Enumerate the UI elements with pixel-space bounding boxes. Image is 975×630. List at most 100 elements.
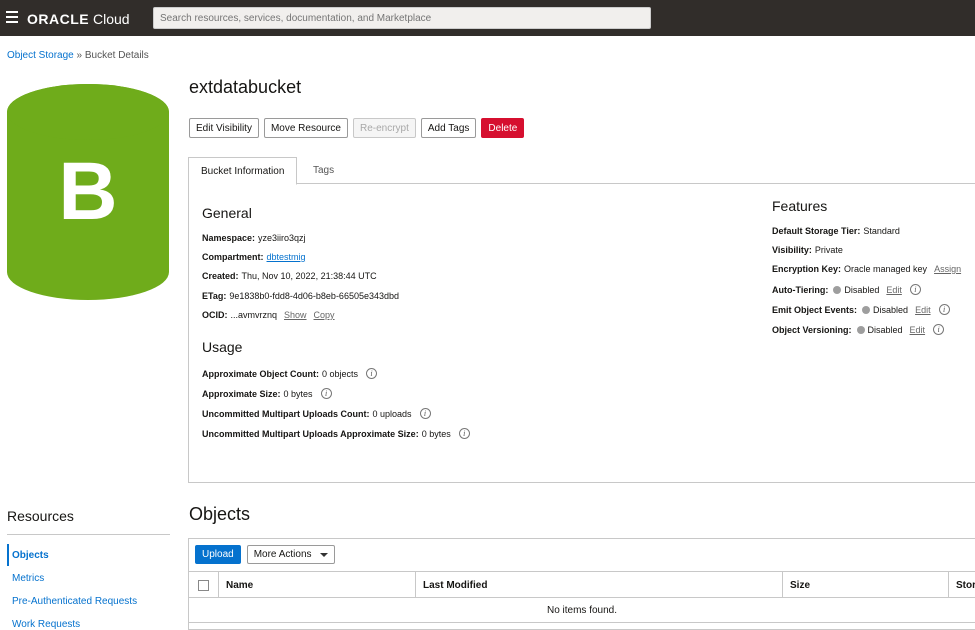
info-icon[interactable]: i <box>933 324 945 335</box>
encryption-label: Encryption Key: <box>772 264 842 274</box>
logo-product: Cloud <box>89 11 130 27</box>
upload-button[interactable]: Upload <box>195 545 241 564</box>
etag-value: 9e1838b0-fdd8-4d06-b8eb-66505e343dbd <box>229 291 399 301</box>
bucket-icon: B <box>7 84 169 300</box>
info-icon[interactable]: i <box>419 408 431 419</box>
page-title: extdatabucket <box>189 77 302 97</box>
compartment-label: Compartment: <box>202 252 264 262</box>
re-encrypt-button[interactable]: Re-encrypt <box>352 118 416 138</box>
detail-tabs: Bucket Information Tags <box>188 157 975 185</box>
info-icon[interactable]: i <box>366 368 378 379</box>
usage-heading: Usage <box>202 339 243 355</box>
breadcrumb-current: Bucket Details <box>84 50 149 61</box>
size-value: 0 bytes <box>283 388 313 399</box>
multipart-count-row: Uncommitted Multipart Uploads Count: 0 u… <box>202 408 431 419</box>
ocid-label: OCID: <box>202 310 228 320</box>
add-tags-button[interactable]: Add Tags <box>420 118 477 138</box>
auto-tiering-edit-link[interactable]: Edit <box>886 285 902 295</box>
status-dot-icon <box>862 305 871 314</box>
info-icon[interactable]: i <box>320 388 332 399</box>
created-label: Created: <box>202 271 239 281</box>
empty-table-message: No items found. <box>189 599 975 623</box>
auto-tiering-row: Auto-Tiering: Disabled Edit i <box>772 284 921 295</box>
size-label: Approximate Size: <box>202 388 281 399</box>
column-header-size[interactable]: Size <box>783 572 949 598</box>
more-actions-button[interactable]: More Actions <box>246 545 335 564</box>
storage-tier-label: Default Storage Tier: <box>772 226 861 236</box>
breadcrumb-object-storage[interactable]: Object Storage <box>7 50 74 61</box>
object-count-row: Approximate Object Count: 0 objects i <box>202 368 378 379</box>
menu-icon[interactable] <box>6 11 18 23</box>
namespace-label: Namespace: <box>202 233 256 243</box>
ocid-show-link[interactable]: Show <box>284 310 307 320</box>
delete-button[interactable]: Delete <box>481 118 525 138</box>
column-header-last-modified[interactable]: Last Modified <box>416 572 783 598</box>
info-icon[interactable]: i <box>458 428 470 439</box>
move-resource-button[interactable]: Move Resource <box>263 118 348 138</box>
column-header-name[interactable]: Name <box>219 572 416 598</box>
visibility-value: Private <box>814 245 843 255</box>
features-heading: Features <box>772 198 828 214</box>
ocid-row: OCID: ...avmvrznq Show Copy <box>202 310 335 320</box>
multipart-count-value: 0 uploads <box>372 408 412 419</box>
storage-tier-row: Default Storage Tier: Standard <box>772 226 900 236</box>
emit-events-row: Emit Object Events: Disabled Edit i <box>772 304 950 315</box>
size-row: Approximate Size: 0 bytes i <box>202 388 332 399</box>
versioning-edit-link[interactable]: Edit <box>910 325 926 335</box>
resource-item-objects[interactable]: Objects <box>7 544 49 566</box>
status-dot-icon <box>856 325 865 334</box>
ocid-copy-link[interactable]: Copy <box>314 310 335 320</box>
chevron-down-icon <box>319 552 328 557</box>
namespace-value: yze3iiro3qzj <box>258 233 306 243</box>
select-all-checkbox[interactable] <box>198 579 209 591</box>
bucket-actions-toolbar: Edit Visibility Move Resource Re-encrypt… <box>189 118 525 138</box>
encryption-value: Oracle managed key <box>844 264 928 274</box>
objects-heading: Objects <box>189 504 251 524</box>
resource-item-metrics[interactable]: Metrics <box>7 567 44 589</box>
encryption-row: Encryption Key: Oracle managed key Assig… <box>772 264 961 274</box>
info-icon[interactable]: i <box>909 284 921 295</box>
versioning-row: Object Versioning: Disabled Edit i <box>772 324 945 335</box>
visibility-row: Visibility: Private <box>772 245 843 255</box>
info-icon[interactable]: i <box>938 304 950 315</box>
tab-bucket-information[interactable]: Bucket Information <box>188 157 298 185</box>
more-actions-label: More Actions <box>253 549 312 560</box>
objects-table-header: Name Last Modified Size Stor <box>189 571 975 598</box>
created-row: Created: Thu, Nov 10, 2022, 21:38:44 UTC <box>202 271 377 281</box>
search-input[interactable] <box>153 7 651 29</box>
versioning-label: Object Versioning: <box>772 324 852 335</box>
bucket-icon-letter: B <box>58 146 117 237</box>
emit-events-label: Emit Object Events: <box>772 304 858 315</box>
resources-heading: Resources <box>7 508 74 524</box>
objects-toolbar: Upload More Actions <box>195 545 335 564</box>
namespace-row: Namespace: yze3iiro3qzj <box>202 233 306 243</box>
status-dot-icon <box>833 285 842 294</box>
compartment-link[interactable]: dbtestmig <box>267 252 306 262</box>
emit-events-edit-link[interactable]: Edit <box>915 305 931 315</box>
versioning-value: Disabled <box>867 324 903 335</box>
oracle-cloud-logo[interactable]: ORACLE Cloud <box>27 11 130 27</box>
breadcrumb-separator: » <box>73 50 85 61</box>
ocid-value: ...avmvrznq <box>230 310 278 320</box>
tab-tags[interactable]: Tags <box>301 157 346 184</box>
multipart-size-row: Uncommitted Multipart Uploads Approximat… <box>202 428 470 439</box>
general-heading: General <box>202 205 252 221</box>
emit-events-value: Disabled <box>873 304 909 315</box>
multipart-count-label: Uncommitted Multipart Uploads Count: <box>202 408 370 419</box>
assign-key-link[interactable]: Assign <box>934 264 961 274</box>
etag-row: ETag: 9e1838b0-fdd8-4d06-b8eb-66505e343d… <box>202 291 399 301</box>
etag-label: ETag: <box>202 291 227 301</box>
object-count-label: Approximate Object Count: <box>202 368 320 379</box>
resource-item-work-requests[interactable]: Work Requests <box>7 613 80 630</box>
multipart-size-label: Uncommitted Multipart Uploads Approximat… <box>202 428 419 439</box>
multipart-size-value: 0 bytes <box>421 428 451 439</box>
edit-visibility-button[interactable]: Edit Visibility <box>189 118 259 138</box>
resource-item-pre-authenticated-requests[interactable]: Pre-Authenticated Requests <box>7 590 137 612</box>
top-navigation-bar: ORACLE Cloud <box>0 0 975 36</box>
bucket-information-panel: General Namespace: yze3iiro3qzj Compartm… <box>188 183 975 483</box>
select-all-cell <box>189 572 219 598</box>
column-header-storage-tier[interactable]: Stor <box>949 572 975 598</box>
auto-tiering-value: Disabled <box>844 284 880 295</box>
resources-divider <box>7 534 170 535</box>
breadcrumb: Object Storage » Bucket Details <box>7 50 149 61</box>
